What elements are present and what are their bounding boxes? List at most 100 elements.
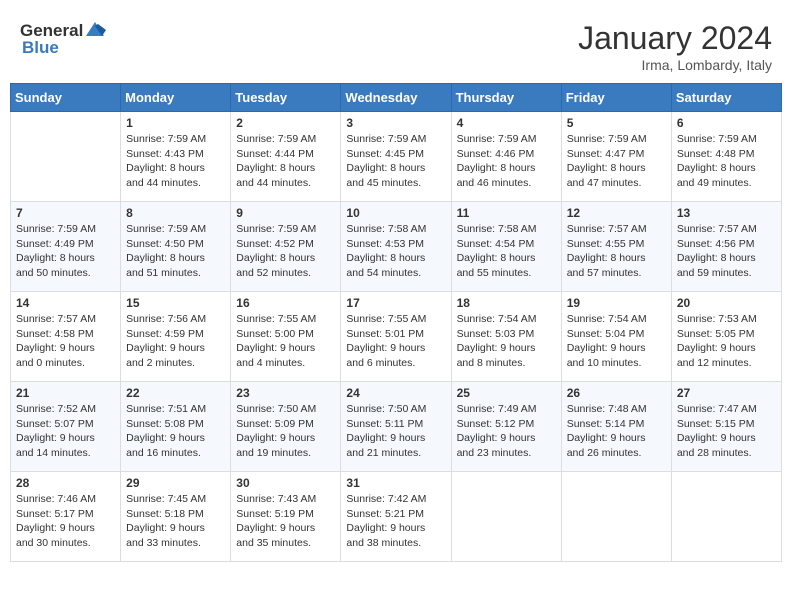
day-number: 13 — [677, 206, 776, 220]
sunrise: Sunrise: 7:59 AM — [16, 222, 115, 237]
day-number: 16 — [236, 296, 335, 310]
day-info: Sunrise: 7:50 AM Sunset: 5:11 PM Dayligh… — [346, 402, 445, 461]
day-info: Sunrise: 7:59 AM Sunset: 4:43 PM Dayligh… — [126, 132, 225, 191]
day-number: 24 — [346, 386, 445, 400]
day-number: 11 — [457, 206, 556, 220]
sunrise: Sunrise: 7:46 AM — [16, 492, 115, 507]
daylight: Daylight: 9 hours and 26 minutes. — [567, 431, 666, 460]
daylight: Daylight: 8 hours and 44 minutes. — [126, 161, 225, 190]
sunrise: Sunrise: 7:59 AM — [346, 132, 445, 147]
calendar-cell-3-6: 27 Sunrise: 7:47 AM Sunset: 5:15 PM Dayl… — [671, 382, 781, 472]
day-number: 30 — [236, 476, 335, 490]
calendar-cell-3-4: 25 Sunrise: 7:49 AM Sunset: 5:12 PM Dayl… — [451, 382, 561, 472]
sunset: Sunset: 4:46 PM — [457, 147, 556, 162]
sunrise: Sunrise: 7:59 AM — [457, 132, 556, 147]
calendar-cell-4-4 — [451, 472, 561, 562]
calendar-cell-0-4: 4 Sunrise: 7:59 AM Sunset: 4:46 PM Dayli… — [451, 112, 561, 202]
day-info: Sunrise: 7:55 AM Sunset: 5:00 PM Dayligh… — [236, 312, 335, 371]
day-info: Sunrise: 7:51 AM Sunset: 5:08 PM Dayligh… — [126, 402, 225, 461]
sunset: Sunset: 4:56 PM — [677, 237, 776, 252]
daylight: Daylight: 8 hours and 54 minutes. — [346, 251, 445, 280]
day-info: Sunrise: 7:59 AM Sunset: 4:50 PM Dayligh… — [126, 222, 225, 281]
calendar-cell-0-3: 3 Sunrise: 7:59 AM Sunset: 4:45 PM Dayli… — [341, 112, 451, 202]
sunset: Sunset: 5:00 PM — [236, 327, 335, 342]
calendar-header-row: Sunday Monday Tuesday Wednesday Thursday… — [11, 84, 782, 112]
daylight: Daylight: 9 hours and 35 minutes. — [236, 521, 335, 550]
sunrise: Sunrise: 7:43 AM — [236, 492, 335, 507]
sunrise: Sunrise: 7:59 AM — [236, 132, 335, 147]
daylight: Daylight: 8 hours and 46 minutes. — [457, 161, 556, 190]
header-sunday: Sunday — [11, 84, 121, 112]
daylight: Daylight: 9 hours and 28 minutes. — [677, 431, 776, 460]
calendar-cell-4-6 — [671, 472, 781, 562]
sunset: Sunset: 4:47 PM — [567, 147, 666, 162]
calendar-cell-1-4: 11 Sunrise: 7:58 AM Sunset: 4:54 PM Dayl… — [451, 202, 561, 292]
calendar-cell-0-0 — [11, 112, 121, 202]
day-info: Sunrise: 7:48 AM Sunset: 5:14 PM Dayligh… — [567, 402, 666, 461]
header-tuesday: Tuesday — [231, 84, 341, 112]
calendar-cell-3-0: 21 Sunrise: 7:52 AM Sunset: 5:07 PM Dayl… — [11, 382, 121, 472]
calendar-cell-2-2: 16 Sunrise: 7:55 AM Sunset: 5:00 PM Dayl… — [231, 292, 341, 382]
sunrise: Sunrise: 7:59 AM — [126, 222, 225, 237]
day-number: 27 — [677, 386, 776, 400]
sunset: Sunset: 5:17 PM — [16, 507, 115, 522]
sunrise: Sunrise: 7:59 AM — [126, 132, 225, 147]
sunrise: Sunrise: 7:57 AM — [16, 312, 115, 327]
calendar-cell-2-3: 17 Sunrise: 7:55 AM Sunset: 5:01 PM Dayl… — [341, 292, 451, 382]
calendar-cell-1-2: 9 Sunrise: 7:59 AM Sunset: 4:52 PM Dayli… — [231, 202, 341, 292]
sunset: Sunset: 5:03 PM — [457, 327, 556, 342]
week-row-4: 21 Sunrise: 7:52 AM Sunset: 5:07 PM Dayl… — [11, 382, 782, 472]
daylight: Daylight: 8 hours and 52 minutes. — [236, 251, 335, 280]
month-title: January 2024 — [578, 20, 772, 57]
day-info: Sunrise: 7:49 AM Sunset: 5:12 PM Dayligh… — [457, 402, 556, 461]
day-number: 22 — [126, 386, 225, 400]
calendar-cell-2-6: 20 Sunrise: 7:53 AM Sunset: 5:05 PM Dayl… — [671, 292, 781, 382]
logo: General Blue — [20, 20, 106, 58]
daylight: Daylight: 9 hours and 6 minutes. — [346, 341, 445, 370]
day-info: Sunrise: 7:57 AM Sunset: 4:58 PM Dayligh… — [16, 312, 115, 371]
calendar-cell-1-5: 12 Sunrise: 7:57 AM Sunset: 4:55 PM Dayl… — [561, 202, 671, 292]
sunset: Sunset: 4:45 PM — [346, 147, 445, 162]
header-saturday: Saturday — [671, 84, 781, 112]
sunrise: Sunrise: 7:50 AM — [346, 402, 445, 417]
day-info: Sunrise: 7:59 AM Sunset: 4:44 PM Dayligh… — [236, 132, 335, 191]
week-row-2: 7 Sunrise: 7:59 AM Sunset: 4:49 PM Dayli… — [11, 202, 782, 292]
day-info: Sunrise: 7:58 AM Sunset: 4:53 PM Dayligh… — [346, 222, 445, 281]
sunset: Sunset: 5:09 PM — [236, 417, 335, 432]
day-number: 26 — [567, 386, 666, 400]
day-number: 17 — [346, 296, 445, 310]
calendar-cell-2-0: 14 Sunrise: 7:57 AM Sunset: 4:58 PM Dayl… — [11, 292, 121, 382]
sunrise: Sunrise: 7:54 AM — [457, 312, 556, 327]
sunset: Sunset: 4:58 PM — [16, 327, 115, 342]
sunset: Sunset: 5:15 PM — [677, 417, 776, 432]
day-info: Sunrise: 7:53 AM Sunset: 5:05 PM Dayligh… — [677, 312, 776, 371]
calendar-cell-4-2: 30 Sunrise: 7:43 AM Sunset: 5:19 PM Dayl… — [231, 472, 341, 562]
day-number: 19 — [567, 296, 666, 310]
week-row-3: 14 Sunrise: 7:57 AM Sunset: 4:58 PM Dayl… — [11, 292, 782, 382]
day-info: Sunrise: 7:50 AM Sunset: 5:09 PM Dayligh… — [236, 402, 335, 461]
logo-icon — [84, 20, 106, 40]
day-number: 1 — [126, 116, 225, 130]
calendar-cell-0-1: 1 Sunrise: 7:59 AM Sunset: 4:43 PM Dayli… — [121, 112, 231, 202]
daylight: Daylight: 8 hours and 57 minutes. — [567, 251, 666, 280]
sunrise: Sunrise: 7:53 AM — [677, 312, 776, 327]
sunrise: Sunrise: 7:54 AM — [567, 312, 666, 327]
sunrise: Sunrise: 7:58 AM — [346, 222, 445, 237]
daylight: Daylight: 9 hours and 2 minutes. — [126, 341, 225, 370]
sunset: Sunset: 4:50 PM — [126, 237, 225, 252]
day-info: Sunrise: 7:45 AM Sunset: 5:18 PM Dayligh… — [126, 492, 225, 551]
sunset: Sunset: 4:48 PM — [677, 147, 776, 162]
day-number: 10 — [346, 206, 445, 220]
daylight: Daylight: 9 hours and 8 minutes. — [457, 341, 556, 370]
day-info: Sunrise: 7:57 AM Sunset: 4:55 PM Dayligh… — [567, 222, 666, 281]
sunset: Sunset: 5:05 PM — [677, 327, 776, 342]
calendar-cell-0-5: 5 Sunrise: 7:59 AM Sunset: 4:47 PM Dayli… — [561, 112, 671, 202]
week-row-5: 28 Sunrise: 7:46 AM Sunset: 5:17 PM Dayl… — [11, 472, 782, 562]
day-info: Sunrise: 7:52 AM Sunset: 5:07 PM Dayligh… — [16, 402, 115, 461]
sunset: Sunset: 4:52 PM — [236, 237, 335, 252]
day-number: 23 — [236, 386, 335, 400]
sunrise: Sunrise: 7:42 AM — [346, 492, 445, 507]
daylight: Daylight: 9 hours and 14 minutes. — [16, 431, 115, 460]
sunset: Sunset: 4:43 PM — [126, 147, 225, 162]
day-number: 14 — [16, 296, 115, 310]
